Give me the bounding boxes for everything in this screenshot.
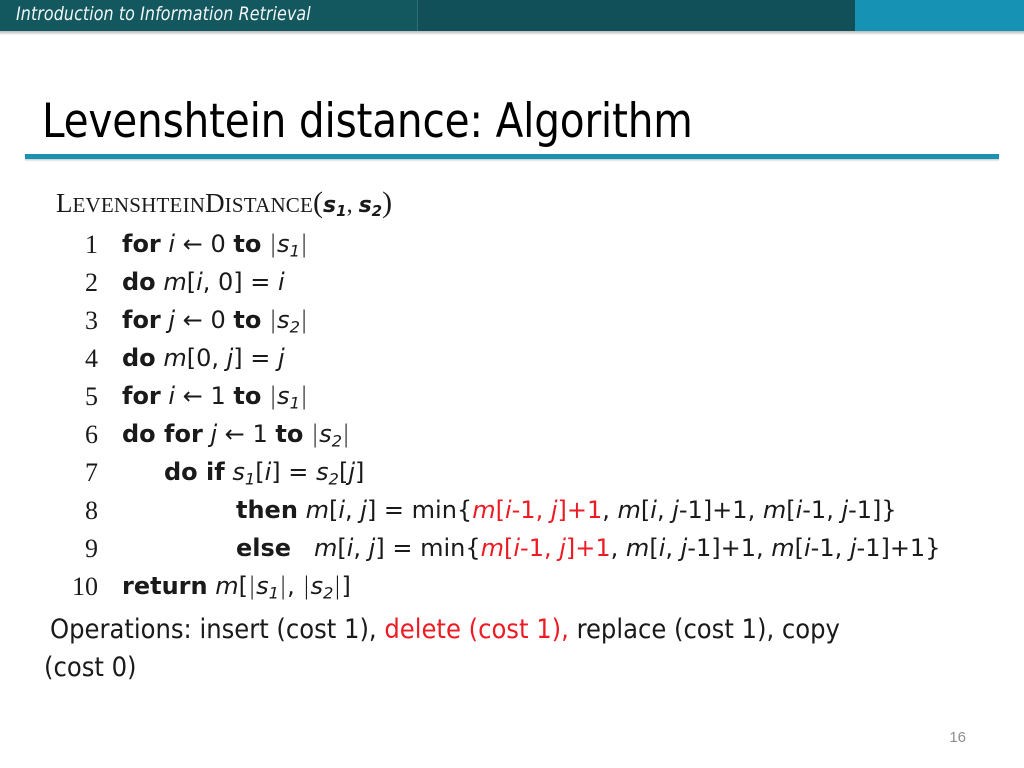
- sig-close-paren: ): [382, 186, 393, 219]
- page-title: Levenshtein distance: Algorithm: [42, 94, 693, 149]
- sig-open-paren: (: [313, 186, 324, 219]
- line-number: 5: [85, 382, 98, 411]
- sig-distance-rest: ISTANCE: [224, 193, 314, 217]
- line-number: 10: [72, 572, 98, 601]
- banner-divider: [417, 0, 418, 31]
- slide-page-number: 16: [949, 729, 966, 746]
- line-body: for i ← 1 to |s1|: [122, 382, 309, 413]
- operations-line-continued: (cost 0): [44, 652, 137, 683]
- title-underline-shadow: [25, 159, 999, 162]
- operations-line: Operations: insert (cost 1), delete (cos…: [50, 614, 840, 645]
- course-title: Introduction to Information Retrieval: [16, 3, 311, 25]
- line-number: 6: [85, 420, 98, 449]
- line-number: 9: [85, 534, 98, 563]
- line-body: else m[i, j] = min{m[i-1, j]+1, m[i, j-1…: [236, 534, 941, 562]
- line-body: do if s1[i] = s2[j]: [164, 458, 365, 489]
- line-body: then m[i, j] = min{m[i-1, j]+1, m[i, j-1…: [236, 496, 897, 524]
- operation-insert: insert (cost 1),: [199, 614, 377, 645]
- sig-levenshtein-rest: EVENSHTEIN: [72, 193, 206, 217]
- line-number: 7: [85, 458, 98, 487]
- line-number: 2: [85, 268, 98, 297]
- sig-comma: ,: [346, 192, 359, 218]
- sig-arg-s1: s1: [323, 193, 347, 221]
- sig-l: L: [56, 188, 73, 218]
- banner-accent-block: [855, 0, 1024, 31]
- operation-delete: delete (cost 1),: [384, 614, 569, 645]
- line-body: do for j ← 1 to |s2|: [122, 420, 351, 451]
- operation-replace: replace (cost 1),: [576, 614, 775, 645]
- algorithm-signature: LEVENSHTEINDISTANCE(s1, s2): [56, 186, 392, 220]
- line-body: for j ← 0 to |s2|: [122, 306, 309, 337]
- slide-banner: Introduction to Information Retrieval: [0, 0, 1024, 31]
- sig-d: D: [205, 188, 225, 218]
- line-body: return m[|s1|, |s2|]: [122, 572, 351, 603]
- sig-arg-s2: s2: [358, 193, 383, 221]
- line-number: 8: [85, 496, 98, 525]
- operation-copy-cost: (cost 0): [44, 652, 137, 683]
- line-number: 3: [85, 306, 98, 335]
- line-number: 4: [85, 344, 98, 373]
- operation-copy: copy: [781, 614, 840, 645]
- line-body: do m[i, 0] = i: [122, 268, 285, 296]
- operations-label: Operations:: [50, 614, 192, 645]
- line-number: 1: [85, 230, 98, 259]
- banner-drop-shadow: [0, 31, 1024, 35]
- banner-right-panel: [418, 0, 855, 31]
- line-body: do m[0, j] = j: [122, 344, 285, 372]
- line-body: for i ← 0 to |s1|: [122, 230, 309, 261]
